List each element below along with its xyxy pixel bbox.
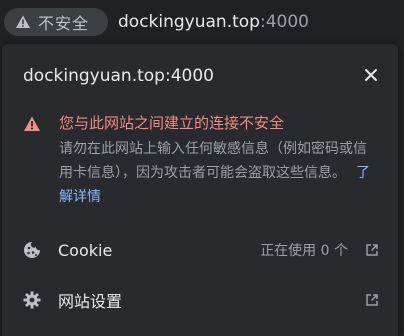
security-chip[interactable]: 不安全 (4, 8, 108, 36)
open-external-icon[interactable] (364, 292, 380, 308)
site-settings-label: 网站设置 (58, 292, 123, 311)
warning-triangle-icon (14, 13, 32, 31)
cookie-icon (22, 240, 42, 260)
warning-heading: 您与此网站之间建立的连接不安全 (59, 114, 285, 132)
url-host: dockingyuan.top (118, 12, 260, 32)
warning-triangle-icon (23, 115, 41, 133)
security-chip-label: 不安全 (38, 14, 90, 33)
cookie-label: Cookie (58, 240, 113, 260)
open-external-icon[interactable] (364, 242, 380, 258)
site-settings-row[interactable]: 网站设置 (2, 276, 398, 324)
cookie-row[interactable]: Cookie 正在使用 0 个 (2, 226, 398, 274)
popup-title: dockingyuan.top:4000 (23, 66, 214, 86)
address-bar-url[interactable]: dockingyuan.top:4000 (118, 9, 309, 35)
warning-body-text: 请勿在此网站上输入任何敏感信息（例如密码或信用卡信息），因为攻击者可能会盗取这些… (59, 141, 367, 181)
omnibox: 不安全 dockingyuan.top:4000 (0, 0, 404, 44)
close-button[interactable] (360, 65, 382, 87)
cookie-status: 正在使用 0 个 (260, 243, 348, 259)
warning-body: 请勿在此网站上输入任何敏感信息（例如密码或信用卡信息），因为攻击者可能会盗取这些… (59, 137, 379, 209)
site-info-popup: dockingyuan.top:4000 您与此网站之间建立的连接不安全 请勿在… (2, 44, 398, 336)
url-port: :4000 (259, 12, 309, 32)
gear-icon (22, 290, 42, 310)
browser-window: 不安全 dockingyuan.top:4000 dockingyuan.top… (0, 0, 404, 336)
close-icon (364, 67, 378, 86)
